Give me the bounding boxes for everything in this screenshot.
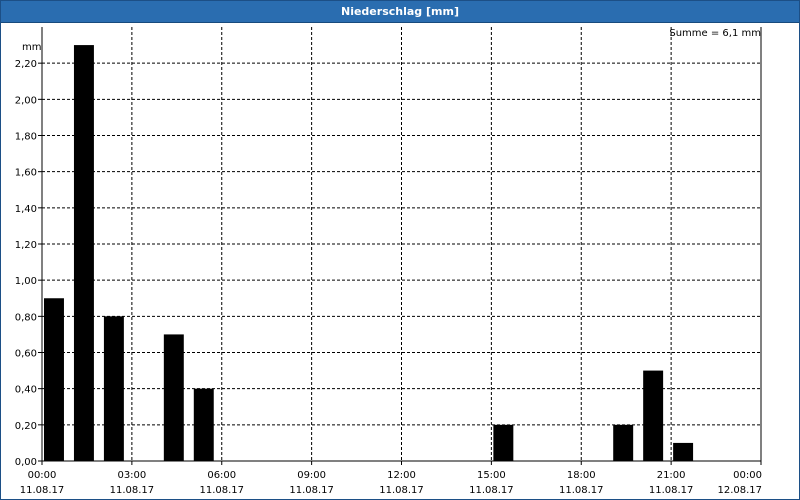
precipitation-bar (163, 334, 184, 461)
y-tick-label: 0,60 (15, 349, 37, 360)
y-tick-label: 1,40 (15, 204, 37, 215)
y-axis-ticks: 0,00 0,20 0,40 0,60 0,80 1,00 1,20 1,40 1,60 1,80… (15, 59, 42, 468)
x-tick-time-label: 09:00 (297, 470, 326, 481)
x-tick-time-label: 00:00 (28, 470, 57, 481)
precipitation-bar (493, 424, 514, 461)
x-tick-date-label: 11.08.17 (199, 485, 244, 496)
y-tick-label: 1,80 (15, 132, 37, 143)
x-tick-time-label: 18:00 (567, 470, 596, 481)
x-tick-time-label: 12:00 (387, 470, 416, 481)
y-tick-label: 0,00 (15, 457, 37, 468)
precipitation-bar (193, 388, 214, 461)
x-tick-date-label: 11.08.17 (20, 485, 65, 496)
y-tick-label: 2,00 (15, 95, 37, 106)
x-tick-date-label: 12.08.17 (717, 485, 762, 496)
precipitation-bar (44, 298, 64, 461)
precipitation-bar (73, 45, 94, 461)
y-tick-label: 0,20 (15, 421, 37, 432)
precipitation-chart: mm Summe = 6,1 mm 0,00 0,20 0,40 0,60 0,80 1,… (15, 27, 762, 496)
x-tick-date-label: 11.08.17 (110, 485, 155, 496)
x-tick-date-label: 11.08.17 (379, 485, 424, 496)
x-tick-time-label: 21:00 (657, 470, 686, 481)
x-tick-date-label: 11.08.17 (469, 485, 514, 496)
title-bar: Niederschlag [mm] (1, 1, 799, 23)
x-axis-ticks: 00:00 11.08.17 03:00 11.08.17 06:00 11.08.17 0… (20, 461, 762, 496)
y-tick-label: 0,40 (15, 385, 37, 396)
x-tick-time-label: 15:00 (477, 470, 506, 481)
bar-series (44, 45, 694, 461)
y-tick-label: 1,00 (15, 276, 37, 287)
y-axis-unit-label: mm (22, 42, 41, 53)
x-tick-date-label: 11.08.17 (559, 485, 604, 496)
y-tick-label: 0,80 (15, 312, 37, 323)
x-tick-time-label: 00:00 (733, 470, 762, 481)
x-tick-date-label: 11.08.17 (289, 485, 334, 496)
precipitation-bar (643, 370, 664, 461)
y-tick-label: 1,60 (15, 168, 37, 179)
x-tick-time-label: 06:00 (207, 470, 236, 481)
sum-annotation: Summe = 6,1 mm (669, 28, 761, 39)
precipitation-bar (613, 424, 634, 461)
x-tick-date-label: 11.08.17 (649, 485, 694, 496)
precipitation-bar (673, 442, 694, 461)
y-tick-label: 1,20 (15, 240, 37, 251)
precipitation-bar (103, 316, 124, 461)
chart-title: Niederschlag [mm] (341, 5, 459, 18)
y-tick-label: 2,20 (15, 59, 37, 70)
x-tick-time-label: 03:00 (117, 470, 146, 481)
